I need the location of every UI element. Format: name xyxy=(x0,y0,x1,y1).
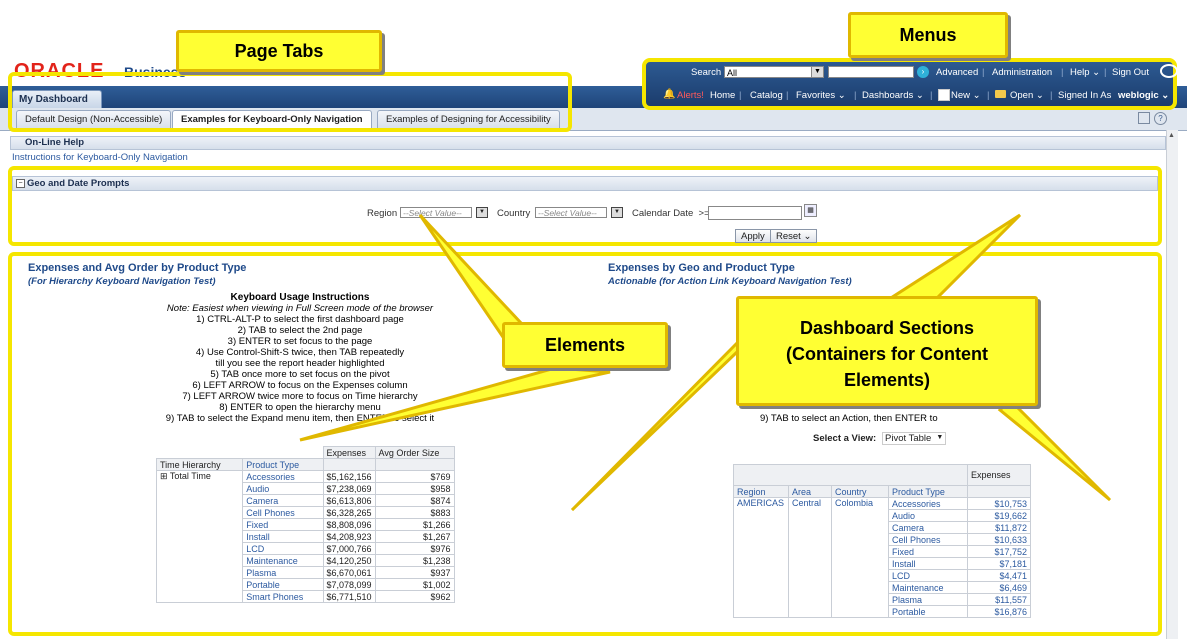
elements-pointer-2 xyxy=(299,366,611,442)
sections-callout: Dashboard Sections (Containers for Conte… xyxy=(736,296,1038,406)
sections-pointer-1 xyxy=(874,213,1022,307)
elements-callout: Elements xyxy=(502,322,668,368)
sections-pointer-3 xyxy=(997,397,1112,502)
